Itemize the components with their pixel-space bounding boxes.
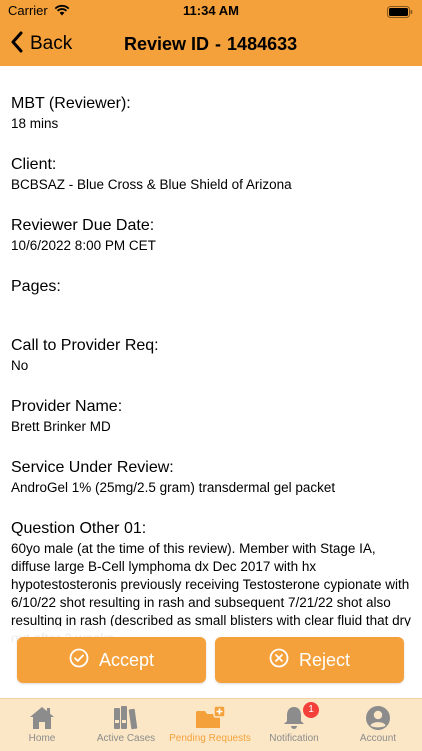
field-label: Client: (11, 156, 57, 173)
chevron-left-icon (10, 31, 24, 58)
action-bar: Accept Reject (0, 626, 422, 698)
tab-active-cases[interactable]: Active Cases (84, 699, 168, 751)
account-icon (365, 704, 391, 732)
field-pages: Pages: (11, 277, 411, 298)
field-call-to-provider: Call to Provider Req: No (11, 336, 411, 375)
reject-button[interactable]: Reject (215, 637, 404, 683)
field-value: No (11, 358, 29, 373)
review-details[interactable]: MBT (Reviewer): 18 mins Client: BCBSAZ -… (0, 66, 422, 642)
field-label: Service Under Review: (11, 459, 174, 476)
tab-label: Notification (269, 733, 319, 744)
tab-home[interactable]: Home (0, 699, 84, 751)
field-mbt: MBT (Reviewer): 18 mins (11, 94, 411, 133)
x-circle-icon (269, 648, 299, 673)
accept-button[interactable]: Accept (17, 637, 206, 683)
field-value: Brett Brinker MD (11, 419, 111, 434)
field-label: Call to Provider Req: (11, 337, 159, 354)
field-value: AndroGel 1% (25mg/2.5 gram) transdermal … (11, 480, 336, 495)
page-title: Review ID -1484633 (124, 22, 297, 66)
field-label: Reviewer Due Date: (11, 217, 155, 234)
status-bar: Carrier 11:34 AM (0, 0, 422, 22)
tab-label: Pending Requests (169, 733, 251, 744)
field-value: BCBSAZ - Blue Cross & Blue Shield of Ari… (11, 177, 292, 192)
folder-plus-icon (194, 704, 226, 732)
binders-icon (111, 704, 141, 732)
field-label: Question Other 01: (11, 520, 147, 537)
back-label: Back (30, 33, 73, 54)
tab-notification[interactable]: 1 Notification (252, 699, 336, 751)
field-value: 10/6/2022 8:00 PM CET (11, 238, 156, 253)
title-prefix: Review ID (124, 34, 210, 54)
status-time: 11:34 AM (183, 3, 239, 18)
tab-bar: Home Active Cases Pending Requests 1 Not… (0, 698, 422, 751)
tab-label: Active Cases (96, 733, 156, 744)
title-separator: - (215, 34, 222, 54)
check-circle-icon (69, 648, 99, 673)
nav-bar: Back Review ID -1484633 (0, 22, 422, 66)
tab-account[interactable]: Account (336, 699, 420, 751)
field-service-under-review: Service Under Review: AndroGel 1% (25mg/… (11, 458, 411, 497)
field-provider-name: Provider Name: Brett Brinker MD (11, 397, 411, 436)
tab-label: Home (28, 733, 56, 744)
field-due-date: Reviewer Due Date: 10/6/2022 8:00 PM CET (11, 216, 411, 255)
field-question-other-01: Question Other 01: 60yo male (at the tim… (11, 519, 411, 642)
back-button[interactable]: Back (10, 22, 72, 66)
notification-badge: 1 (303, 702, 319, 718)
bell-icon: 1 (281, 702, 319, 732)
accept-label: Accept (98, 649, 155, 670)
field-client: Client: BCBSAZ - Blue Cross & Blue Shiel… (11, 155, 411, 194)
tab-label: Account (359, 733, 397, 744)
tab-pending-requests[interactable]: Pending Requests (168, 699, 252, 751)
review-id: 1484633 (227, 34, 298, 54)
battery-icon (387, 5, 413, 23)
field-label: MBT (Reviewer): (11, 95, 131, 112)
reject-label: Reject (298, 649, 351, 670)
field-label: Pages: (11, 278, 61, 295)
field-label: Provider Name: (11, 398, 123, 415)
field-value: 18 mins (11, 116, 59, 131)
home-icon (28, 704, 56, 732)
